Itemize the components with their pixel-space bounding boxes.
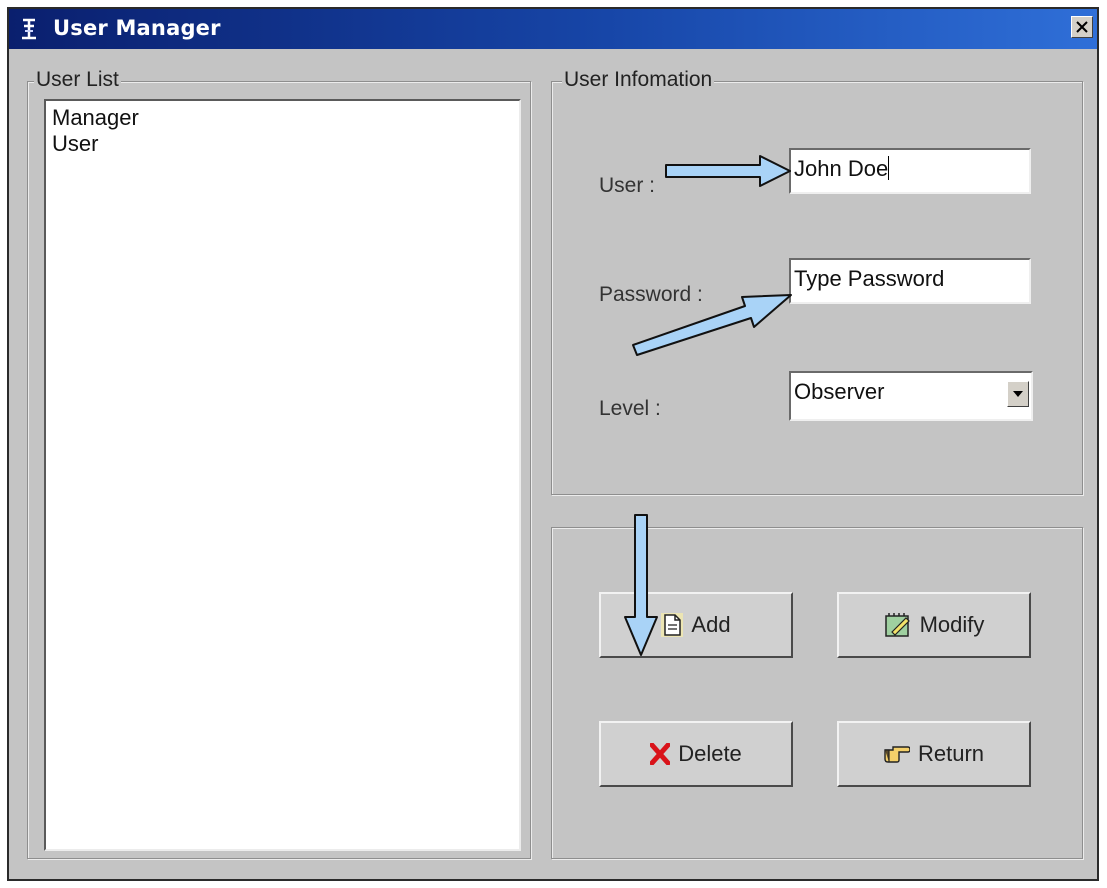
title-bar[interactable]: User Manager (9, 9, 1097, 49)
annotation-arrow-password (632, 294, 792, 356)
text-caret (888, 156, 890, 180)
user-listbox[interactable]: Manager User (44, 99, 521, 851)
hand-pointer-icon (884, 746, 910, 763)
app-icon (22, 18, 36, 40)
list-item[interactable]: User (46, 131, 519, 157)
level-label: Level : (599, 397, 661, 420)
return-button-label: Return (917, 741, 985, 766)
delete-button-label: Delete (678, 741, 742, 766)
user-input[interactable]: John Doe (789, 148, 1031, 194)
user-list-legend: User List (34, 68, 121, 92)
x-icon (650, 743, 671, 765)
window-title: User Manager (53, 16, 221, 40)
close-icon (1076, 21, 1088, 33)
edit-icon (884, 613, 910, 637)
modify-button[interactable]: Modify (837, 592, 1031, 658)
delete-button[interactable]: Delete (599, 721, 793, 787)
level-select-value: Observer (794, 379, 885, 404)
user-input-value: John Doe (794, 156, 889, 181)
level-dropdown-button[interactable] (1007, 381, 1029, 407)
close-button[interactable] (1071, 16, 1093, 38)
annotation-arrow-add (624, 514, 658, 656)
user-label: User : (599, 174, 656, 197)
annotation-arrow-user (665, 155, 791, 187)
modify-button-label: Modify (919, 612, 985, 637)
user-info-legend: User Infomation (562, 68, 715, 92)
password-input[interactable]: Type Password (789, 258, 1031, 304)
chevron-down-icon (1013, 390, 1023, 397)
level-select[interactable]: Observer (789, 371, 1033, 421)
user-manager-window: User Manager User List Manager User User… (7, 7, 1099, 881)
add-button-label: Add (691, 612, 731, 637)
list-item[interactable]: Manager (46, 105, 519, 131)
return-button[interactable]: Return (837, 721, 1031, 787)
document-icon (661, 613, 684, 637)
password-input-value: Type Password (794, 266, 945, 291)
